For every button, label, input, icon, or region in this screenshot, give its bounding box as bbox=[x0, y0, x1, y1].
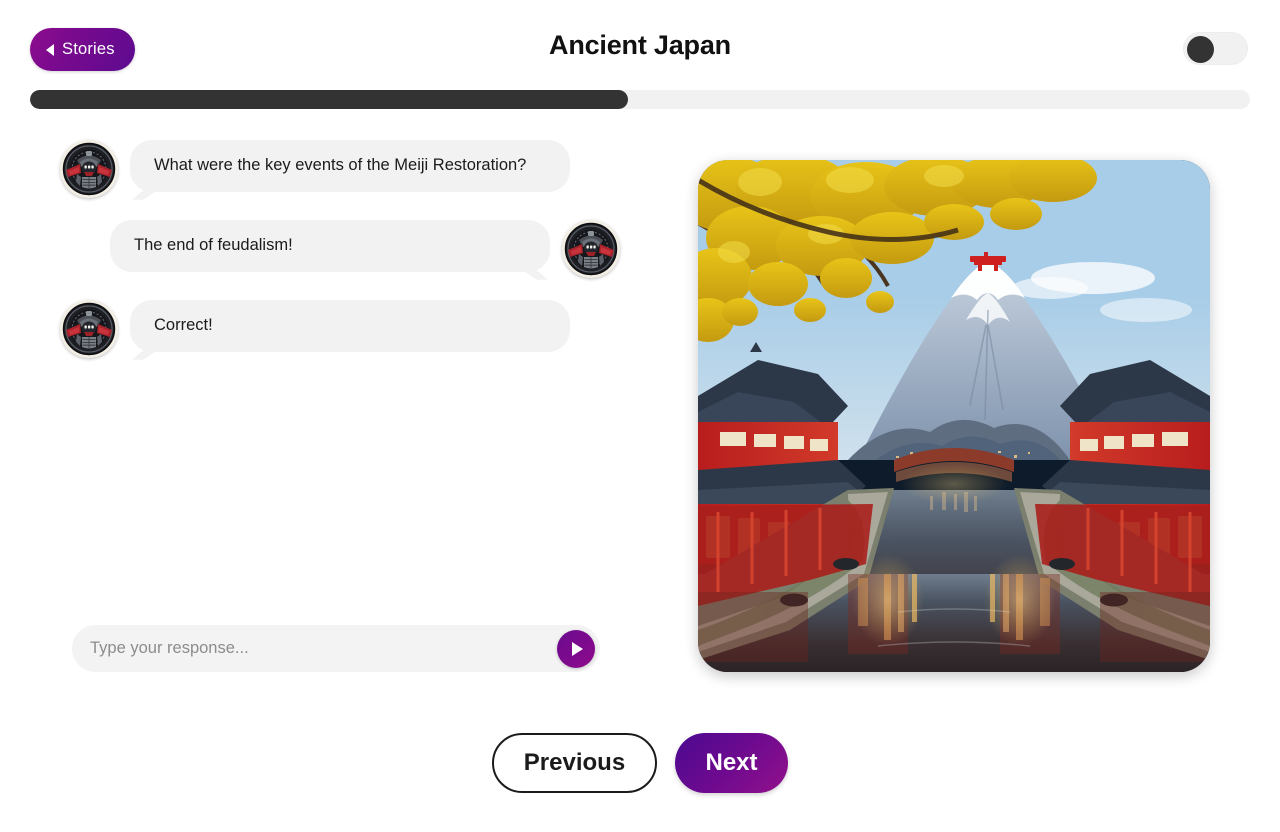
send-button[interactable] bbox=[557, 629, 595, 668]
story-illustration bbox=[698, 160, 1210, 672]
main-content: What were the key events of the Meiji Re… bbox=[0, 130, 1280, 700]
lesson-progress-fill bbox=[30, 90, 628, 109]
samurai-emblem-avatar bbox=[562, 220, 620, 278]
previous-button[interactable]: Previous bbox=[492, 733, 657, 793]
response-composer bbox=[72, 625, 600, 672]
page-title: Ancient Japan bbox=[549, 30, 731, 60]
app-header: Stories Ancient Japan bbox=[0, 0, 1280, 82]
lesson-progress-bar bbox=[30, 90, 1250, 109]
samurai-emblem-avatar bbox=[60, 300, 118, 358]
chat-message-user: The end of feudalism! bbox=[60, 220, 620, 278]
mode-toggle[interactable] bbox=[1183, 32, 1248, 65]
mode-toggle-knob bbox=[1187, 36, 1214, 63]
response-input[interactable] bbox=[72, 639, 557, 658]
chat-message-bot: What were the key events of the Meiji Re… bbox=[60, 140, 620, 198]
chat-bubble: The end of feudalism! bbox=[110, 220, 550, 272]
chat-message-bot: Correct! bbox=[60, 300, 620, 358]
chat-bubble: Correct! bbox=[130, 300, 570, 352]
chat-bubble: What were the key events of the Meiji Re… bbox=[130, 140, 570, 192]
next-button[interactable]: Next bbox=[675, 733, 788, 793]
chat-panel: What were the key events of the Meiji Re… bbox=[60, 140, 620, 700]
lesson-navigation: Previous Next bbox=[0, 733, 1280, 795]
send-play-icon bbox=[572, 641, 583, 656]
samurai-emblem-avatar bbox=[60, 140, 118, 198]
